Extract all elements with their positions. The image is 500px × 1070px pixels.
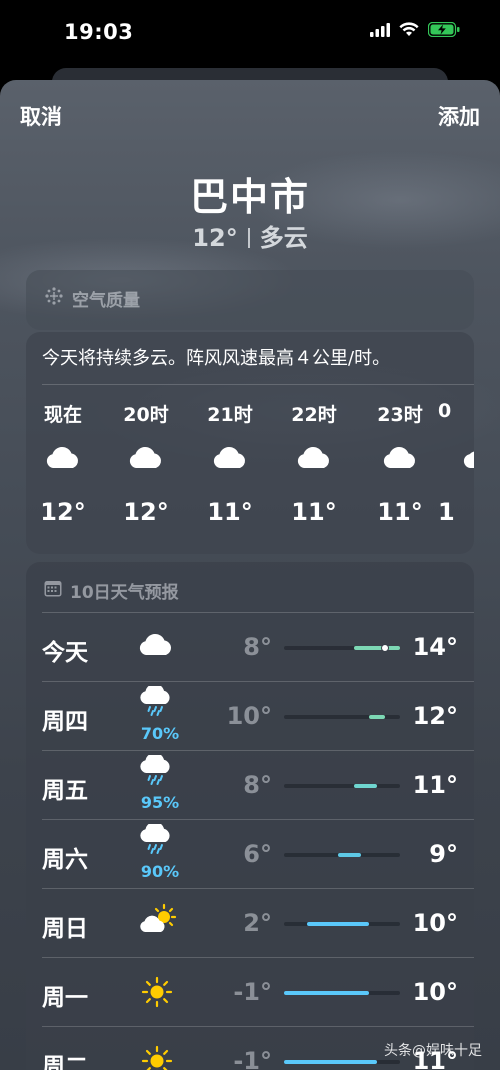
battery-charging-icon [427, 21, 460, 41]
cloud-icon [138, 633, 174, 661]
day-row[interactable]: 今天 8° 14° [26, 613, 474, 681]
day-name: 周日 [42, 916, 88, 942]
cloud-icon [45, 446, 81, 474]
hour-label: 0 [438, 400, 452, 422]
current-conditions: 12° 多云 [0, 218, 500, 253]
day-low: -1° [233, 1047, 272, 1070]
day-name: 周四 [42, 709, 88, 735]
temp-range-fill [307, 922, 370, 926]
watermark: 头条@娱味十足 [384, 1043, 482, 1059]
hour-temp: 11° [291, 498, 337, 526]
status-bar: 19:03 [0, 0, 500, 68]
status-icons [370, 21, 460, 41]
temp-range-fill [338, 853, 362, 857]
daily-header: 10日天气预报 [44, 578, 179, 603]
day-row[interactable]: 周五 95% 8° 11° [26, 751, 474, 819]
day-name: 周二 [42, 1054, 88, 1070]
day-row[interactable]: 周四 70% 10° 12° [26, 682, 474, 750]
cloud-icon [462, 446, 474, 474]
weather-sheet: 取消 添加 巴中市 12° 多云 空气质量 今天将持续多云。阵风风速最高４公里/时… [0, 80, 500, 1070]
hour-label: 20时 [123, 404, 169, 426]
temp-range-fill [353, 646, 400, 650]
day-high: 11° [412, 771, 458, 799]
hour-temp: 1 [438, 498, 455, 526]
hour-label: 21时 [207, 404, 253, 426]
day-low: 8° [243, 633, 272, 661]
day-name: 周六 [42, 847, 88, 873]
current-temp-dot [380, 644, 389, 652]
temp-range-bar [284, 715, 400, 719]
hour-label: 23时 [377, 404, 423, 426]
temp-range-fill [353, 784, 377, 788]
air-quality-icon [44, 286, 64, 311]
air-quality-title: 空气质量 [72, 291, 140, 311]
signal-icon [370, 22, 390, 41]
hourly-forecast-card[interactable]: 今天将持续多云。阵风风速最高４公里/时。 现在 12° 20时 12° 21时 … [26, 332, 474, 554]
separator [247, 228, 250, 248]
cloud-icon [296, 446, 332, 474]
hour-temp: 11° [377, 498, 423, 526]
daily-title: 10日天气预报 [70, 583, 179, 603]
day-name: 周五 [42, 778, 88, 804]
day-high: 10° [412, 978, 458, 1006]
day-low: 8° [243, 771, 272, 799]
air-quality-card[interactable]: 空气质量 [26, 270, 474, 330]
precip-chance: 95% [140, 793, 180, 812]
cloud-icon [382, 446, 418, 474]
day-low: 6° [243, 840, 272, 868]
day-low: -1° [233, 978, 272, 1006]
rain-cloud-icon [138, 683, 174, 720]
day-name: 周一 [42, 985, 88, 1011]
status-time: 19:03 [64, 20, 134, 44]
daily-forecast-card[interactable]: 10日天气预报 今天 8° 14° 周四 70% 10° 12° 周五 95% … [26, 562, 474, 1070]
day-row[interactable]: 周一 -1° 10° [26, 958, 474, 1026]
partly-sunny-icon [138, 903, 178, 939]
air-quality-header: 空气质量 [44, 286, 140, 311]
temp-range-bar [284, 644, 400, 652]
hour-temp: 12° [123, 498, 169, 526]
sun-icon [141, 976, 173, 1012]
hourly-divider [42, 384, 474, 385]
current-temperature: 12° [192, 224, 238, 252]
day-row[interactable]: 周六 90% 6° 9° [26, 820, 474, 888]
precip-chance: 90% [140, 862, 180, 881]
day-row[interactable]: 周日 2° 10° [26, 889, 474, 957]
day-name: 今天 [42, 640, 88, 666]
cancel-button[interactable]: 取消 [20, 101, 62, 131]
day-high: 9° [429, 840, 458, 868]
hourly-summary: 今天将持续多云。阵风风速最高４公里/时。 [42, 348, 391, 369]
rain-cloud-icon [138, 752, 174, 789]
cloud-icon [128, 446, 164, 474]
day-low: 10° [226, 702, 272, 730]
day-high: 10° [412, 909, 458, 937]
hour-label: 现在 [43, 404, 82, 426]
temp-range-fill [369, 715, 385, 719]
rain-cloud-icon [138, 821, 174, 858]
day-high: 12° [412, 702, 458, 730]
temp-range-bar [284, 853, 400, 857]
temp-range-bar [284, 784, 400, 788]
hour-temp: 12° [40, 498, 86, 526]
hour-label: 22时 [291, 404, 337, 426]
calendar-icon [44, 580, 62, 602]
current-condition-text: 多云 [259, 224, 308, 252]
precip-chance: 70% [140, 724, 180, 743]
temp-range-bar [284, 991, 400, 995]
wifi-icon [399, 22, 419, 41]
temp-range-bar [284, 1060, 400, 1064]
temp-range-bar [284, 922, 400, 926]
day-high: 14° [412, 633, 458, 661]
temp-range-fill [284, 1060, 377, 1064]
day-low: 2° [243, 909, 272, 937]
add-button[interactable]: 添加 [438, 101, 480, 131]
hour-temp: 11° [207, 498, 253, 526]
cloud-icon [212, 446, 248, 474]
city-name: 巴中市 [189, 175, 310, 219]
temp-range-fill [284, 991, 370, 995]
